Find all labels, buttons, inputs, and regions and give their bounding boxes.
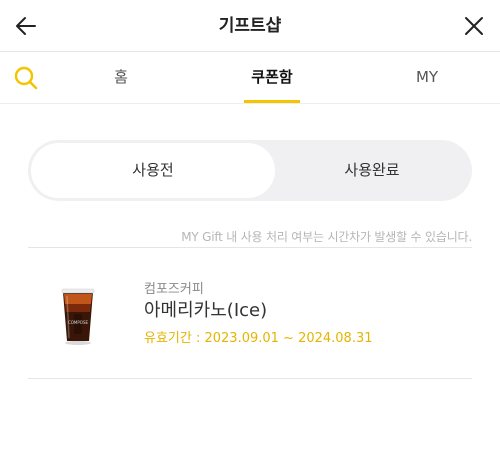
divider [28,378,472,379]
tab-coupon-box-label: 쿠폰함 [251,68,293,86]
coupon-brand: 컴포즈커피 [144,282,204,297]
tab-home-label: 홈 [114,68,128,86]
close-icon [465,17,483,35]
tab-my-label: MY [415,68,439,86]
segment-unused[interactable]: 사용전 [31,143,275,198]
coupon-product-name: 아메리카노(Ice) [144,300,268,321]
page-title: 기프트샵 [218,16,282,36]
tab-coupon-box[interactable]: 쿠폰함 [244,52,300,104]
search-button[interactable] [12,64,40,92]
svg-text:COMPOSE: COMPOSE [68,320,88,325]
active-tab-indicator [244,100,300,103]
iced-coffee-cup-icon: COMPOSE [61,288,95,345]
tab-home[interactable]: 홈 [96,52,146,104]
coupon-validity: 유효기간 : 2023.09.01 ~ 2024.08.31 [144,331,373,346]
segment-used-label: 사용완료 [344,161,400,179]
segment-unused-label: 사용전 [132,161,174,179]
coupon-item[interactable]: COMPOSE 컴포즈커피 아메리카노(Ice) 유효기간 : 2023.09.… [28,248,472,378]
usage-segment-control: 사용전 사용완료 [28,140,472,201]
app-header: 기프트샵 [0,0,500,52]
close-button[interactable] [460,12,488,40]
segment-used[interactable]: 사용완료 [275,143,469,198]
search-icon [14,66,38,90]
tab-my[interactable]: MY [402,52,452,104]
tab-bar: 홈 쿠폰함 MY [0,52,500,104]
usage-notice: MY Gift 내 사용 처리 여부는 시간차가 발생할 수 있습니다. [181,230,472,244]
